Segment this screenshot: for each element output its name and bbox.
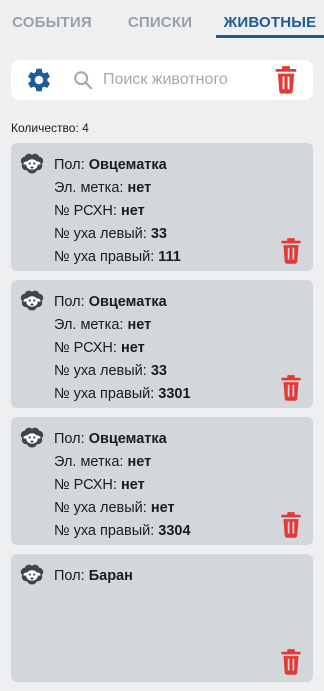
sex-row: Пол: Овцематка [54,291,191,314]
animal-details: Пол: Овцематка Эл. метка: нет № РСХН: не… [54,154,181,269]
sheep-icon [20,427,44,448]
sex-label: Пол: [54,431,85,447]
ear-left-row: № уха левый: 33 [54,223,181,246]
animal-card-3[interactable]: Пол: Овцематка Эл. метка: нет № РСХН: не… [11,417,313,545]
sex-row: Пол: Овцематка [54,428,191,451]
search-bar [11,60,313,100]
animal-details: Пол: Овцематка Эл. метка: нет № РСХН: не… [54,428,191,543]
ear-left-label: № уха левый: [54,226,147,242]
eid-label: Эл. метка: [54,180,124,196]
ear-left-label: № уха левый: [54,363,147,379]
sex-row: Пол: Баран [54,565,133,588]
eid-value: нет [127,180,152,196]
ear-right-row: № уха правый: 3304 [54,520,191,543]
rshn-value: нет [120,477,145,493]
gear-icon[interactable] [25,66,53,94]
rshn-value: нет [120,340,145,356]
ear-left-row: № уха левый: 33 [54,360,191,383]
ear-right-row: № уха правый: 3301 [54,383,191,406]
delete-animal-icon[interactable] [278,648,304,676]
rshn-row: № РСХН: нет [54,200,181,223]
ear-left-row: № уха левый: нет [54,497,191,520]
delete-animal-icon[interactable] [278,374,304,402]
sex-value: Овцематка [88,157,167,173]
rshn-label: № РСХН: [54,203,117,219]
animal-count: Количество: 4 [11,121,89,135]
eid-label: Эл. метка: [54,454,124,470]
eid-value: нет [127,317,152,333]
animal-details: Пол: Баран [54,565,133,588]
animal-card-4[interactable]: Пол: Баран [11,554,313,682]
tab-events[interactable]: СОБЫТИЯ [0,0,104,44]
sex-value: Овцематка [88,431,167,447]
search-input[interactable] [103,66,263,94]
count-label: Количество: [11,121,79,135]
eid-row: Эл. метка: нет [54,314,191,337]
rshn-row: № РСХН: нет [54,474,191,497]
trash-icon[interactable] [272,65,300,95]
rshn-value: нет [120,203,145,219]
eid-row: Эл. метка: нет [54,451,191,474]
eid-value: нет [127,454,152,470]
ear-left-value: 33 [150,363,167,379]
ear-right-value: 3301 [158,386,191,402]
tab-bar: СОБЫТИЯ СПИСКИ ЖИВОТНЫЕ [0,0,324,44]
animal-card-1[interactable]: Пол: Овцематка Эл. метка: нет № РСХН: не… [11,143,313,271]
sheep-icon [20,564,44,585]
search-icon [74,71,93,90]
active-tab-indicator [216,35,324,38]
eid-row: Эл. метка: нет [54,177,181,200]
sex-label: Пол: [54,157,85,173]
sex-label: Пол: [54,568,85,584]
count-value: 4 [82,121,89,135]
animal-list: Пол: Овцематка Эл. метка: нет № РСХН: не… [11,143,313,691]
sheep-icon [20,290,44,311]
ear-right-value: 3304 [158,523,191,539]
delete-animal-icon[interactable] [278,237,304,265]
ear-left-value: нет [150,500,175,516]
rshn-row: № РСХН: нет [54,337,191,360]
rshn-label: № РСХН: [54,340,117,356]
sex-value: Баран [88,568,133,584]
sex-row: Пол: Овцематка [54,154,181,177]
sheep-icon [20,153,44,174]
ear-right-label: № уха правый: [54,523,155,539]
ear-left-value: 33 [150,226,167,242]
animal-card-2[interactable]: Пол: Овцематка Эл. метка: нет № РСХН: не… [11,280,313,408]
animal-details: Пол: Овцематка Эл. метка: нет № РСХН: не… [54,291,191,406]
ear-right-value: 111 [158,249,181,265]
eid-label: Эл. метка: [54,317,124,333]
sex-value: Овцематка [88,294,167,310]
ear-right-row: № уха правый: 111 [54,246,181,269]
delete-animal-icon[interactable] [278,511,304,539]
ear-right-label: № уха правый: [54,386,155,402]
sex-label: Пол: [54,294,85,310]
tab-lists[interactable]: СПИСКИ [112,0,208,44]
rshn-label: № РСХН: [54,477,117,493]
ear-left-label: № уха левый: [54,500,147,516]
ear-right-label: № уха правый: [54,249,155,265]
